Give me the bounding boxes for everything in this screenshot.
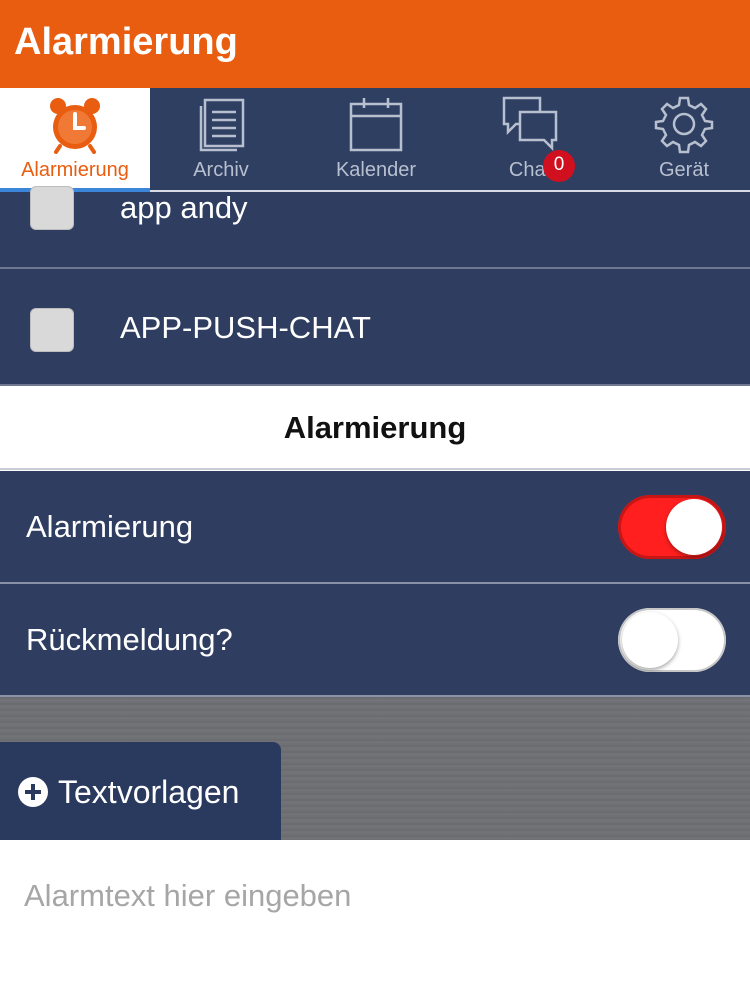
alarmtext-area	[0, 840, 750, 1000]
tab-chat[interactable]: Chat 0	[455, 88, 605, 190]
group-list: app andy APP-PUSH-CHAT	[0, 186, 750, 386]
group-checkbox[interactable]	[30, 308, 74, 352]
textvorlagen-button[interactable]: Textvorlagen	[0, 742, 281, 840]
tab-label: Archiv	[193, 159, 249, 181]
rueckmeldung-toggle[interactable]	[618, 608, 726, 672]
group-label: app andy	[120, 190, 248, 225]
setting-rueckmeldung: Rückmeldung?	[0, 584, 750, 697]
list-item[interactable]: APP-PUSH-CHAT	[0, 269, 750, 386]
tab-geraet[interactable]: Gerät	[609, 88, 750, 190]
archive-icon	[191, 94, 251, 159]
page-title: Alarmierung	[14, 21, 238, 63]
tab-label: Alarmierung	[21, 159, 129, 181]
calendar-icon	[346, 94, 406, 159]
tab-archiv[interactable]: Archiv	[146, 88, 296, 190]
section-title: Alarmierung	[0, 386, 750, 470]
app-header: Alarmierung	[0, 0, 750, 88]
group-label: APP-PUSH-CHAT	[120, 310, 371, 345]
group-checkbox[interactable]	[30, 186, 74, 230]
tab-label: Chat	[508, 159, 552, 181]
setting-alarmierung: Alarmierung	[0, 471, 750, 584]
toggle-knob	[622, 612, 678, 668]
setting-label: Alarmierung	[26, 509, 194, 544]
alarmierung-toggle[interactable]	[618, 495, 726, 559]
tab-kalender[interactable]: Kalender	[301, 88, 451, 190]
gear-icon	[654, 94, 714, 159]
tab-label: Kalender	[335, 159, 417, 181]
toggle-knob	[666, 499, 722, 555]
list-item[interactable]: app andy	[0, 186, 750, 269]
tab-alarmierung[interactable]: Alarmierung	[0, 88, 150, 192]
plus-circle-icon	[18, 777, 48, 807]
textvorlagen-label: Textvorlagen	[58, 774, 240, 810]
tab-label: Gerät	[658, 159, 710, 181]
textvorlagen-bar: Textvorlagen	[0, 697, 750, 840]
chat-icon	[500, 94, 560, 159]
alarm-clock-icon	[45, 94, 105, 159]
tab-bar: Alarmierung Archiv Kalender Chat 0 Gerät	[0, 88, 750, 192]
alarmtext-input[interactable]	[24, 876, 724, 986]
setting-label: Rückmeldung?	[26, 622, 233, 657]
chat-unread-badge: 0	[543, 150, 575, 182]
